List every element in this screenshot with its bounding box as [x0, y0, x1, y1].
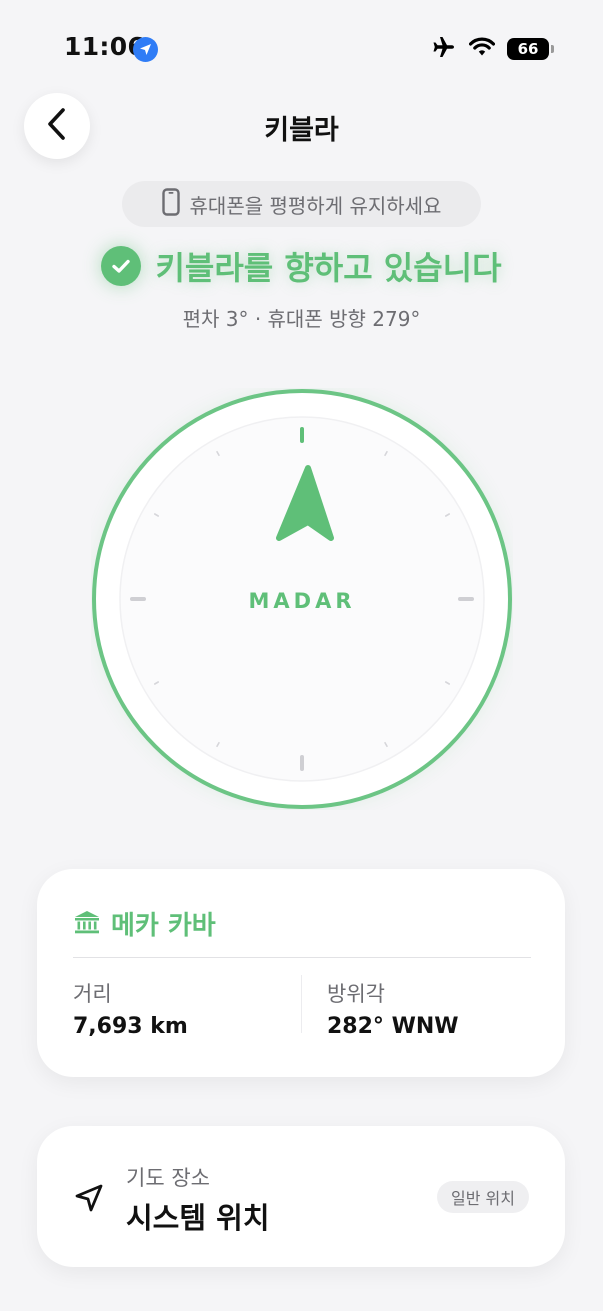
location-arrow-icon	[133, 37, 158, 62]
status-icons: 66	[431, 35, 554, 63]
prayer-location-value: 시스템 위치	[126, 1201, 270, 1235]
stat-divider	[301, 975, 302, 1033]
navigation-arrow-icon	[73, 1182, 105, 1218]
mecca-header: 메카 카바	[73, 905, 216, 942]
wifi-icon	[468, 37, 496, 61]
deviation-text: 편차 3° · 휴대폰 방향 279°	[182, 307, 421, 331]
flat-hint-pill: 휴대폰을 평평하게 유지하세요	[122, 181, 481, 227]
compass-label: MADAR	[248, 589, 355, 613]
facing-status: 키블라를 향하고 있습니다	[0, 243, 603, 289]
location-type-badge: 일반 위치	[437, 1181, 529, 1213]
airplane-icon	[431, 35, 457, 63]
check-circle-icon	[101, 246, 142, 286]
bearing-label: 방위각	[327, 982, 385, 1006]
flat-hint-text: 휴대폰을 평평하게 유지하세요	[189, 193, 442, 218]
mecca-card: 메카 카바 거리 7,693 km 방위각 282° WNW	[37, 869, 565, 1077]
distance-value: 7,693 km	[73, 1014, 188, 1039]
battery-icon: 66	[507, 38, 554, 60]
phone-icon	[161, 187, 180, 221]
page-title: 키블라	[264, 115, 339, 146]
status-bar: 11:06 66	[0, 0, 603, 96]
card-divider	[73, 957, 531, 958]
bearing-value: 282° WNW	[327, 1014, 459, 1039]
battery-level: 66	[517, 40, 539, 58]
qibla-compass: MADAR	[91, 388, 513, 810]
kaaba-icon	[73, 909, 101, 939]
facing-status-text: 키블라를 향하고 있습니다	[155, 249, 502, 287]
prayer-location-label: 기도 장소	[126, 1166, 210, 1190]
mecca-name: 메카 카바	[111, 911, 216, 941]
distance-label: 거리	[73, 982, 112, 1006]
prayer-location-card[interactable]: 기도 장소 시스템 위치 일반 위치	[37, 1126, 565, 1267]
